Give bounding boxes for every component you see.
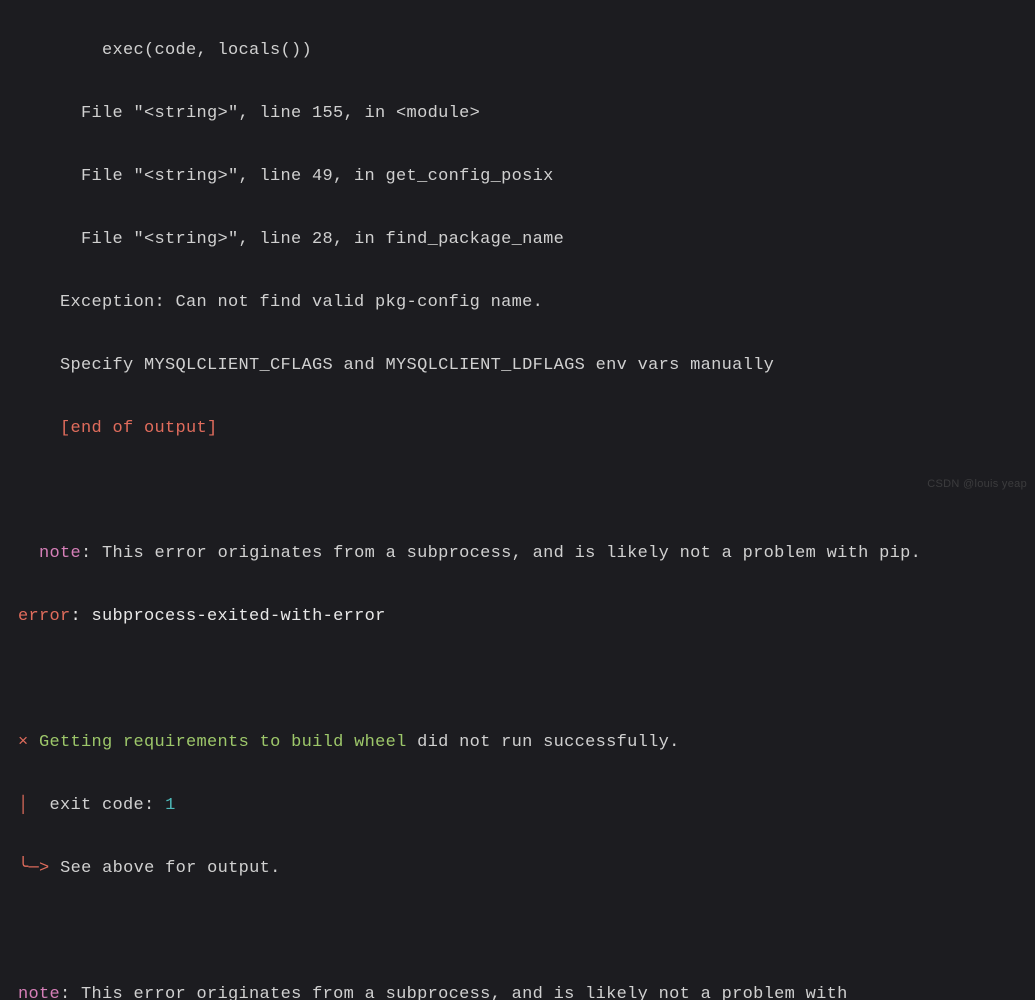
phase-name: Getting requirements to build wheel <box>39 733 407 752</box>
exit-code-value: 1 <box>165 796 176 815</box>
blank-line <box>18 664 1017 695</box>
wheel-fail-line: × Getting requirements to build wheel di… <box>18 727 1017 758</box>
traceback-line: File "<string>", line 49, in get_config_… <box>18 161 1017 192</box>
see-above-line: ╰─> See above for output. <box>18 853 1017 884</box>
note-line: note: This error originates from a subpr… <box>18 979 1017 1000</box>
exit-code-line: │ exit code: 1 <box>18 790 1017 821</box>
box-arrow: ╰─> <box>18 859 50 878</box>
note-line: note: This error originates from a subpr… <box>18 538 1017 569</box>
traceback-line: exec(code, locals()) <box>18 35 1017 66</box>
note-label: note <box>39 544 81 563</box>
exception-line: Specify MYSQLCLIENT_CFLAGS and MYSQLCLIE… <box>18 350 1017 381</box>
blank-line <box>18 916 1017 947</box>
terminal-output[interactable]: exec(code, locals()) File "<string>", li… <box>0 0 1035 1000</box>
note-label: note <box>18 985 60 1000</box>
watermark: CSDN @louis yeap <box>927 474 1027 494</box>
end-of-output: [end of output] <box>18 413 1017 444</box>
error-label: error <box>18 607 71 626</box>
blank-line <box>18 476 1017 507</box>
cross-icon: × <box>18 733 29 752</box>
box-bar: │ <box>18 796 29 815</box>
traceback-line: File "<string>", line 28, in find_packag… <box>18 224 1017 255</box>
traceback-line: File "<string>", line 155, in <module> <box>18 98 1017 129</box>
error-line: error: subprocess-exited-with-error <box>18 601 1017 632</box>
exception-line: Exception: Can not find valid pkg-config… <box>18 287 1017 318</box>
